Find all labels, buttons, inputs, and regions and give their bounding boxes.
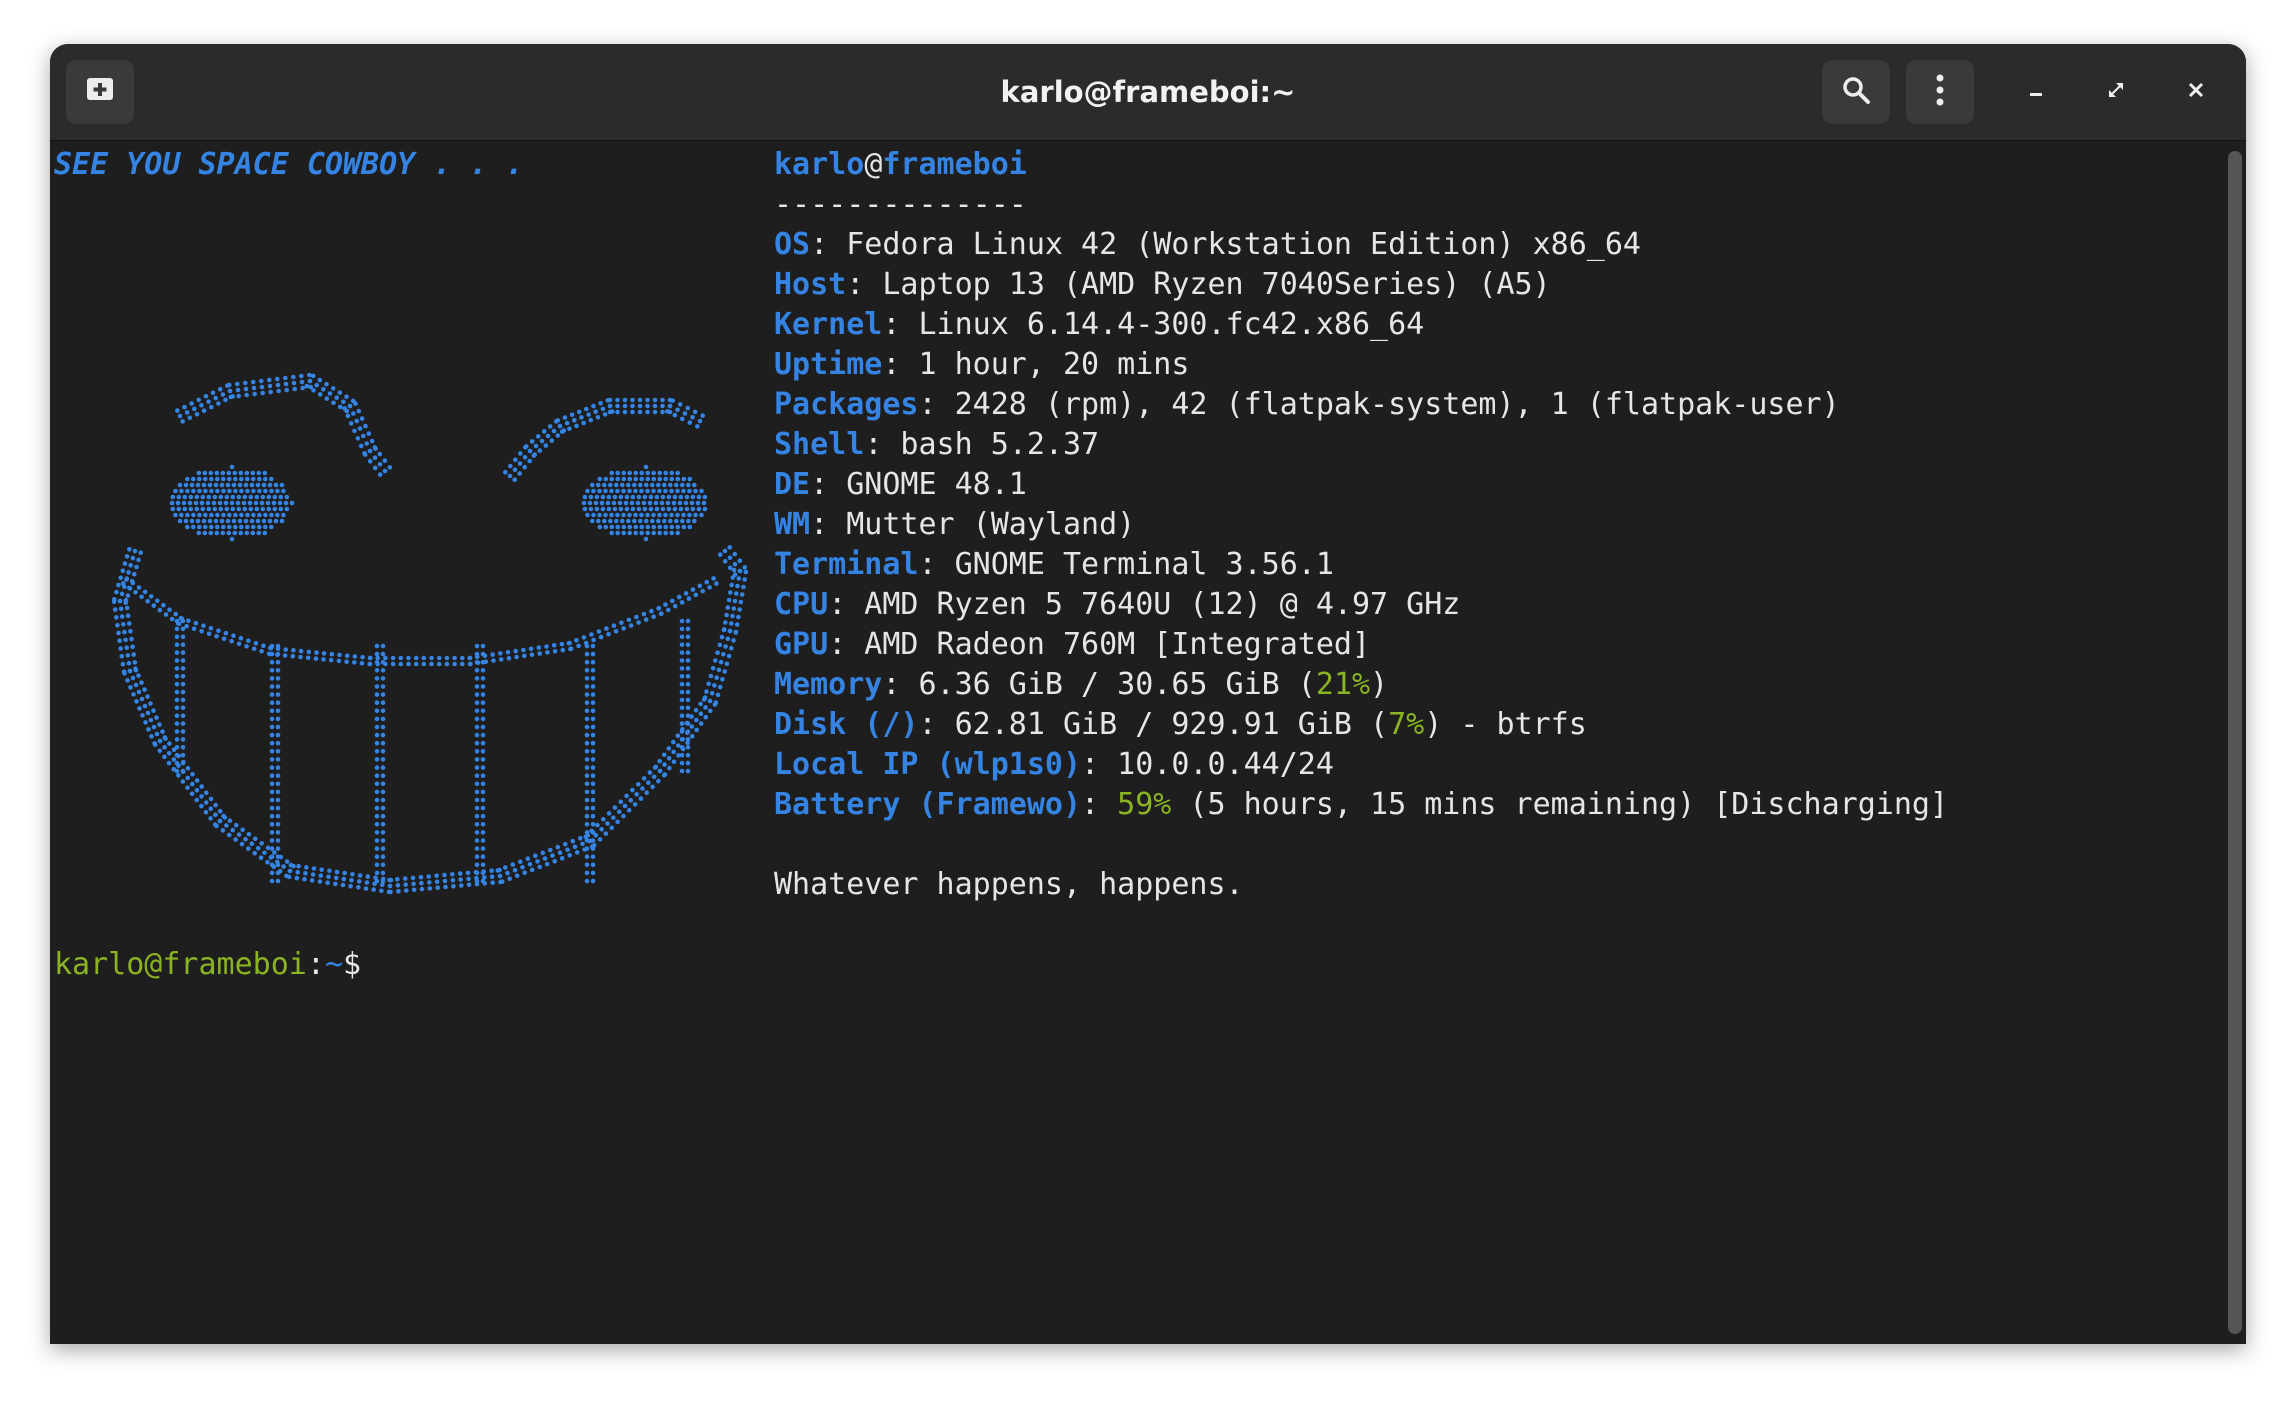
info-row: Kernel: Linux 6.14.4-300.fc42.x86_64 [774,307,1425,342]
info-row-local-ip: Local IP (wlp1s0): 10.0.0.44/24 [774,747,1334,782]
info-row: OS: Fedora Linux 42 (Workstation Edition… [774,227,1641,262]
shell-prompt[interactable]: karlo@frameboi:~$ [54,945,361,985]
menu-button[interactable] [1906,60,1974,124]
terminal-window: karlo@frameboi:~ SEE YOU SPACE COWBOY . … [50,44,2246,1344]
info-row-memory: Memory: 6.36 GiB / 30.65 GiB (21%) [774,667,1389,702]
info-row: Shell: bash 5.2.37 [774,427,1100,462]
minimize-icon [2027,81,2045,103]
ascii-art-logo [111,372,749,895]
minimize-button[interactable] [2012,68,2060,116]
header-bar: karlo@frameboi:~ [50,44,2246,141]
info-row: Uptime: 1 hour, 20 mins [774,347,1190,382]
close-icon [2187,81,2205,103]
info-row-battery: Battery (Framewo): 59% (5 hours, 15 mins… [774,787,1949,822]
info-row: GPU: AMD Radeon 760M [Integrated] [774,627,1371,662]
terminal-view[interactable]: SEE YOU SPACE COWBOY . . . karlo@framebo… [50,141,2246,1344]
ascii-slogan: SEE YOU SPACE COWBOY . . . [54,147,524,182]
info-row: DE: GNOME 48.1 [774,467,1027,502]
maximize-icon [2107,81,2125,103]
kebab-menu-icon [1935,74,1945,110]
info-row-disk: Disk (/): 62.81 GiB / 929.91 GiB (7%) - … [774,707,1587,742]
quote-line: Whatever happens, happens. [774,867,1244,902]
search-button[interactable] [1822,60,1890,124]
info-row: Terminal: GNOME Terminal 3.56.1 [774,547,1334,582]
info-header: karlo@frameboi [774,147,1027,182]
info-separator: -------------- [774,187,1027,222]
maximize-button[interactable] [2092,68,2140,116]
info-row: Host: Laptop 13 (AMD Ryzen 7040Series) (… [774,267,1551,302]
scrollbar[interactable] [2228,151,2242,1334]
info-row: Packages: 2428 (rpm), 42 (flatpak-system… [774,387,1840,422]
close-button[interactable] [2172,68,2220,116]
info-row: WM: Mutter (Wayland) [774,507,1136,542]
search-icon [1841,75,1871,109]
info-row: CPU: AMD Ryzen 5 7640U (12) @ 4.97 GHz [774,587,1461,622]
